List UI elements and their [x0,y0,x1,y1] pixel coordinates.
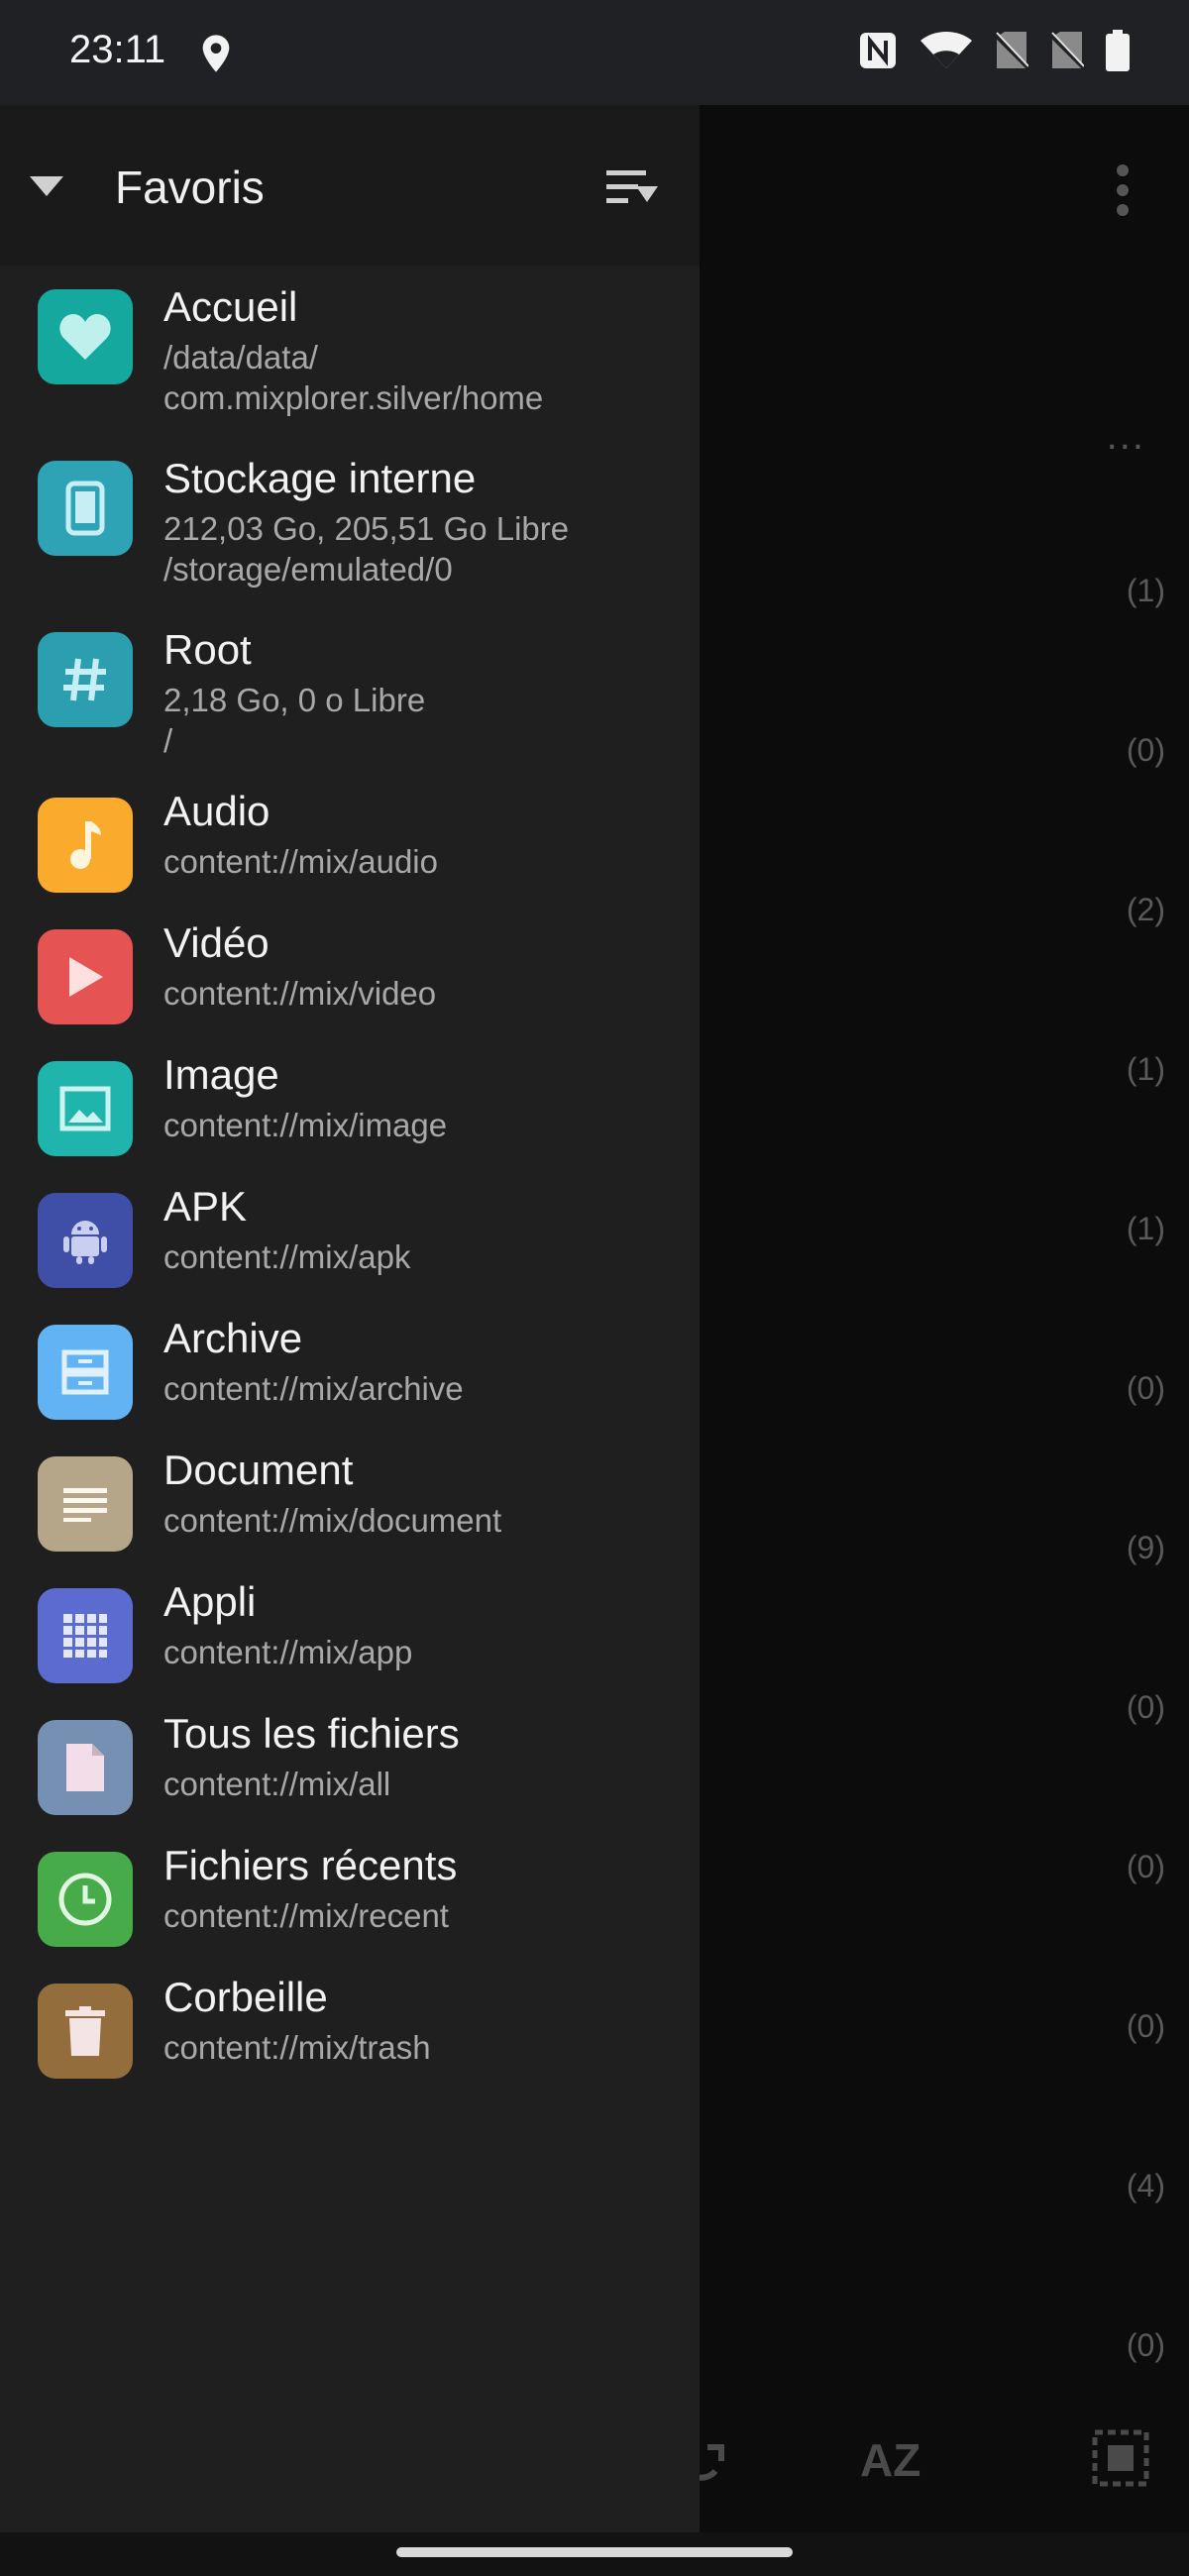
fav-path: content://mix/all [163,1766,391,1802]
fav-path: /storage/emulated/0 [163,551,453,588]
fav-path: content://mix/apk [163,1238,411,1275]
fav-item-trash[interactable]: Corbeille content://mix/trash [0,1966,700,2096]
fav-path: content://mix/video [163,975,437,1012]
item-count: (9) [1126,1530,1165,1565]
item-count: (2) [1126,892,1165,927]
location-icon [202,35,230,72]
status-bar: 23:11 [0,0,1189,105]
fav-item-audio[interactable]: Audio content://mix/audio [0,780,700,911]
fav-name: Image [163,1051,279,1098]
item-count: (0) [1126,1849,1165,1884]
item-count: (1) [1126,1051,1165,1087]
item-count: (0) [1126,2327,1165,2363]
wifi-icon [920,32,972,68]
fav-name: Fichiers récents [163,1842,458,1888]
item-count: (0) [1126,1689,1165,1725]
fav-item-recent-files[interactable]: Fichiers récents content://mix/recent [0,1834,700,1965]
item-count: (1) [1126,1211,1165,1246]
fav-name: Corbeille [163,1974,328,2020]
play-icon [38,929,133,1024]
gesture-nav-handle[interactable] [396,2547,793,2557]
fav-name: Stockage interne [163,455,477,501]
fav-item-document[interactable]: Document content://mix/document [0,1439,700,1569]
clock-icon [38,1852,133,1947]
drawer-title: Favoris [115,161,265,213]
music-note-icon [38,798,133,893]
fav-path: content://mix/app [163,1634,413,1670]
status-icons [858,30,1130,71]
sort-az-button[interactable]: AZ [860,2433,920,2487]
battery-icon [1106,30,1130,71]
item-count: (0) [1126,732,1165,768]
fav-path: content://mix/document [163,1502,502,1539]
fav-name: Vidéo [163,919,270,966]
fav-detail: /data/data/ [163,339,318,376]
fav-path: content://mix/trash [163,2029,431,2066]
fav-name: Document [163,1447,354,1493]
fav-item-video[interactable]: Vidéo content://mix/video [0,912,700,1042]
fav-path: content://mix/image [163,1107,448,1143]
heart-icon [38,289,133,384]
fav-item-archive[interactable]: Archive content://mix/archive [0,1307,700,1438]
more-dots[interactable]: ... [1107,414,1145,459]
image-icon [38,1061,133,1156]
favorites-drawer: Favoris Accueil /data/data/ com.mixplore… [0,105,700,2532]
fav-item-appli[interactable]: Appli content://mix/app [0,1570,700,1701]
background-file-list: ... (1) (0) (2) (1) (1) (0) (9) (0) (0) … [694,105,1189,2532]
no-sim-icon-2 [1050,32,1084,70]
nfc-icon [860,33,896,68]
collapse-triangle-icon[interactable] [30,176,63,198]
fav-item-accueil[interactable]: Accueil /data/data/ com.mixplorer.silver… [0,266,700,436]
item-count: (1) [1126,573,1165,608]
fav-item-all-files[interactable]: Tous les fichiers content://mix/all [0,1702,700,1833]
no-sim-icon-1 [995,32,1028,70]
android-icon [38,1193,133,1288]
overflow-menu-icon[interactable] [1116,164,1130,216]
fav-name: Archive [163,1315,303,1361]
fav-item-image[interactable]: Image content://mix/image [0,1043,700,1174]
archive-icon [38,1325,133,1420]
fav-name: Tous les fichiers [163,1710,460,1757]
item-count: (4) [1126,2168,1165,2203]
document-icon [38,1456,133,1552]
apps-grid-icon [38,1588,133,1683]
sort-list-icon[interactable] [606,166,658,210]
fav-name: APK [163,1183,248,1230]
fav-name: Root [163,626,252,673]
fav-detail: 2,18 Go, 0 o Libre [163,682,426,718]
fav-path: / [163,722,173,759]
fav-detail: 212,03 Go, 205,51 Go Libre [163,510,570,547]
status-time: 23:11 [69,28,166,71]
fav-name: Accueil [163,283,298,330]
fav-path: content://mix/archive [163,1370,464,1407]
select-all-icon[interactable] [1092,2429,1149,2487]
hash-icon [38,632,133,727]
drawer-header: Favoris [0,105,700,266]
fav-path: content://mix/recent [163,1897,449,1934]
fav-item-internal-storage[interactable]: Stockage interne 212,03 Go, 205,51 Go Li… [0,437,700,607]
fav-path: com.mixplorer.silver/home [163,379,544,416]
fav-item-root[interactable]: Root 2,18 Go, 0 o Libre / [0,608,700,779]
phone-icon [38,461,133,556]
fav-item-apk[interactable]: APK content://mix/apk [0,1175,700,1306]
fav-name: Appli [163,1578,257,1625]
item-count: (0) [1126,1370,1165,1406]
trash-icon [38,1984,133,2079]
file-icon [38,1720,133,1815]
fav-path: content://mix/audio [163,843,438,880]
item-count: (0) [1126,2008,1165,2044]
fav-name: Audio [163,788,270,834]
